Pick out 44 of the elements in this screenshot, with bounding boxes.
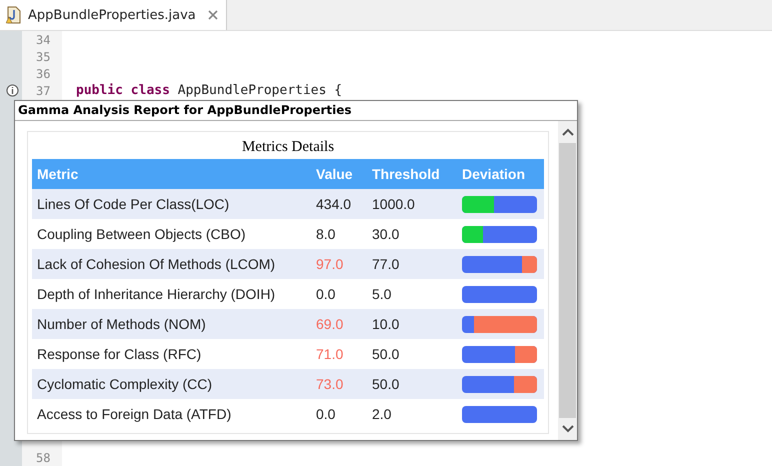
- table-cell-text: Access to Foreign Data (ATFD): [36, 405, 232, 424]
- table-cell-text: 30.0: [371, 225, 400, 244]
- line-number: 35: [22, 48, 62, 65]
- close-icon[interactable]: [208, 10, 218, 20]
- scrollbar[interactable]: [558, 121, 577, 440]
- table-cell: Lack of Cohesion Of Methods (LCOM): [32, 249, 311, 279]
- line-number: 36: [22, 65, 62, 82]
- popup-title: Gamma Analysis Report for AppBundleProperties: [15, 101, 577, 121]
- table-cell: 69.0: [311, 309, 367, 339]
- table-cell-text: 0.0: [315, 285, 336, 304]
- java-file-icon: [6, 6, 22, 24]
- column-header: Deviation: [457, 159, 544, 189]
- table-cell-text: Response for Class (RFC): [36, 345, 202, 364]
- scroll-down-icon[interactable]: [560, 424, 574, 434]
- table-cell-text: 2.0: [371, 405, 392, 424]
- table-cell: 77.0: [367, 249, 457, 279]
- table-cell-text: 50.0: [371, 345, 400, 364]
- table-title: Metrics Details: [240, 138, 336, 157]
- column-header: Value: [311, 159, 367, 189]
- line-number: 34: [22, 31, 62, 48]
- table-cell: Cyclomatic Complexity (CC): [32, 369, 311, 399]
- table-cell: Number of Methods (NOM): [32, 309, 311, 339]
- table-cell: 434.0: [311, 189, 367, 219]
- table-cell-text: 8.0: [315, 225, 336, 244]
- table-cell: 97.0: [311, 249, 367, 279]
- tab-label: AppBundleProperties.java: [28, 8, 196, 22]
- table-cell-text: 71.0: [315, 345, 344, 364]
- column-header: Metric: [32, 159, 311, 189]
- table-cell: 50.0: [367, 369, 457, 399]
- table-cell: 10.0: [367, 309, 457, 339]
- code-line: public class AppBundleProperties {: [76, 83, 342, 98]
- line-number: 37: [22, 82, 62, 99]
- editor-tab[interactable]: AppBundleProperties.java: [0, 0, 227, 30]
- table-cell-text: Coupling Between Objects (CBO): [36, 225, 247, 244]
- table-cell-text: Depth of Inheritance Hierarchy (DOIH): [36, 285, 276, 304]
- line-number: 58: [22, 449, 62, 466]
- scroll-thumb[interactable]: [559, 143, 576, 418]
- table-cell-text: 0.0: [315, 405, 336, 424]
- scroll-up-icon[interactable]: [560, 127, 574, 137]
- table-cell-text: 5.0: [371, 285, 392, 304]
- column-header: Threshold: [367, 159, 457, 189]
- table-cell: 73.0: [311, 369, 367, 399]
- table-cell: Lines Of Code Per Class(LOC): [32, 189, 311, 219]
- table-cell: 1000.0: [367, 189, 457, 219]
